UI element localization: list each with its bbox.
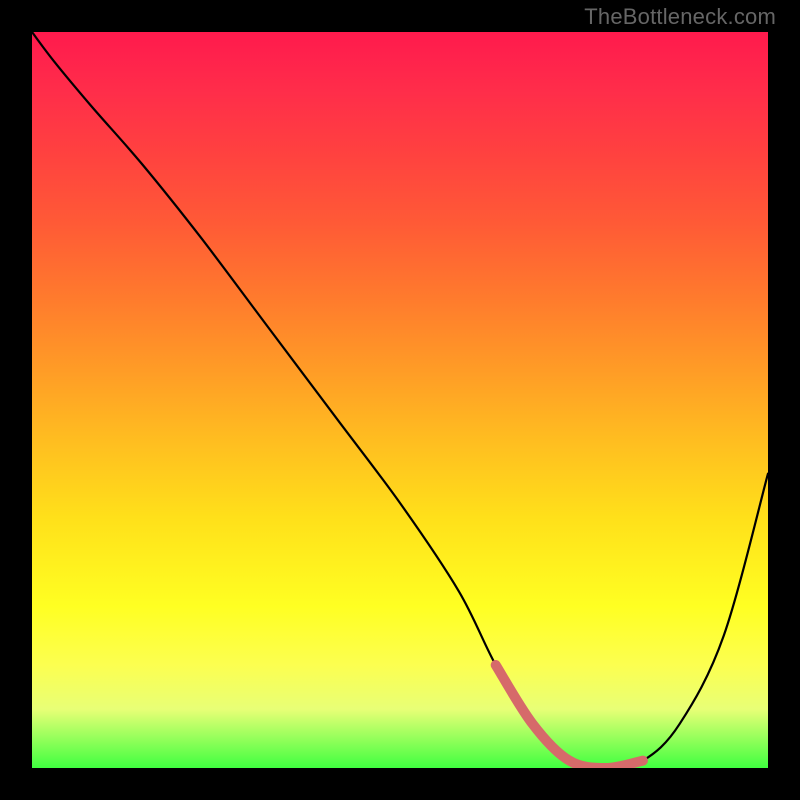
chart-container: TheBottleneck.com — [0, 0, 800, 800]
bottleneck-curve — [32, 32, 768, 768]
watermark-text: TheBottleneck.com — [584, 4, 776, 30]
plot-area — [32, 32, 768, 768]
